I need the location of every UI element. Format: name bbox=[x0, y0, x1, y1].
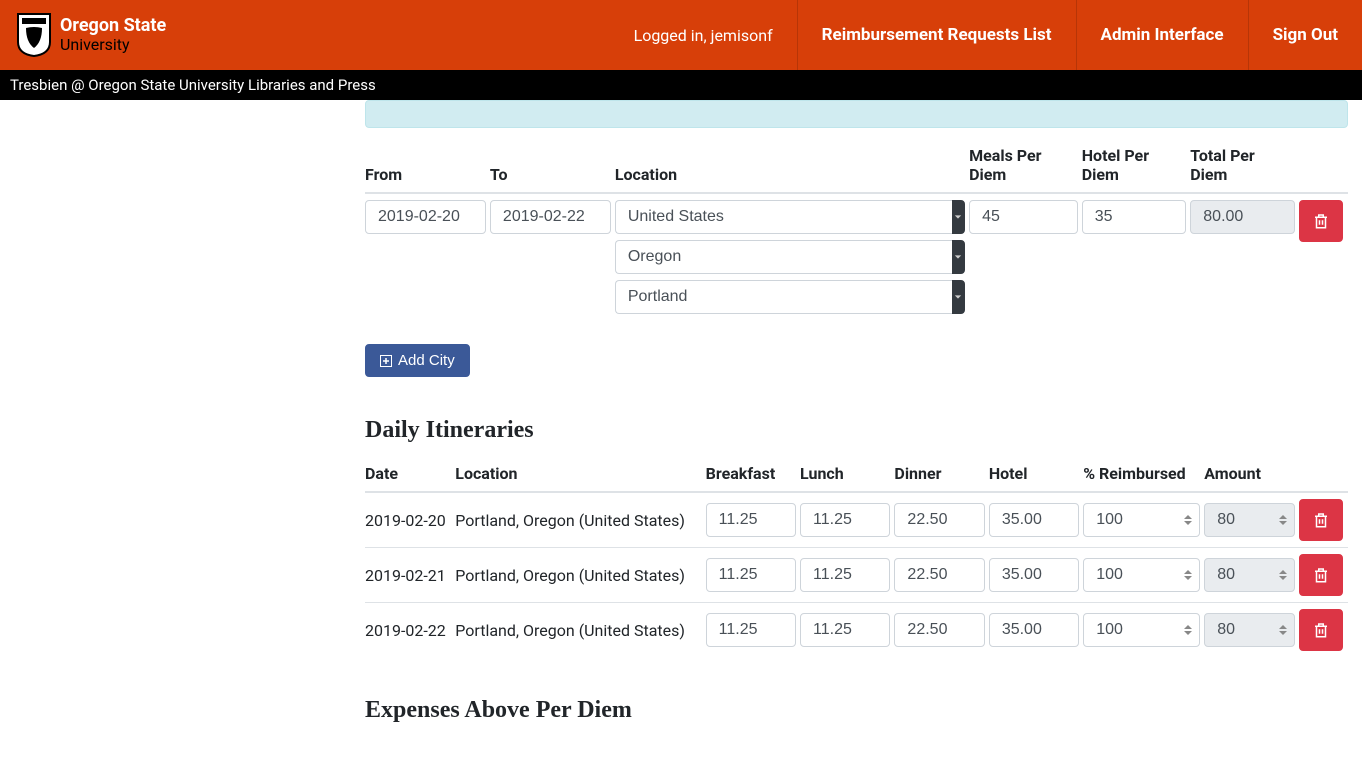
itinerary-table: Date Location Breakfast Lunch Dinner Hot… bbox=[365, 458, 1348, 657]
chevron-down-icon[interactable] bbox=[952, 280, 966, 314]
itinerary-row: 2019-02-22Portland, Oregon (United State… bbox=[365, 603, 1348, 658]
hotel-input[interactable] bbox=[989, 558, 1079, 592]
breakfast-input[interactable] bbox=[706, 613, 796, 647]
from-date-input[interactable] bbox=[365, 200, 486, 234]
itin-date: 2019-02-20 bbox=[365, 492, 455, 548]
lunch-input[interactable] bbox=[800, 558, 890, 592]
col-header-to: To bbox=[490, 142, 615, 193]
col-header-location: Location bbox=[615, 142, 969, 193]
col-header-breakfast: Breakfast bbox=[706, 458, 800, 492]
nav-sign-out[interactable]: Sign Out bbox=[1248, 0, 1362, 70]
amount-output bbox=[1204, 558, 1294, 592]
nav-reimbursement-requests[interactable]: Reimbursement Requests List bbox=[797, 0, 1076, 70]
amount-output bbox=[1204, 613, 1294, 647]
col-header-meals: Meals Per Diem bbox=[969, 142, 1082, 193]
dinner-input[interactable] bbox=[894, 558, 984, 592]
city-table: From To Location Meals Per Diem Hotel Pe… bbox=[365, 142, 1348, 320]
lunch-input[interactable] bbox=[800, 613, 890, 647]
itin-location: Portland, Oregon (United States) bbox=[455, 548, 705, 603]
trash-icon bbox=[1312, 565, 1330, 585]
itinerary-row: 2019-02-21Portland, Oregon (United State… bbox=[365, 548, 1348, 603]
itin-date: 2019-02-22 bbox=[365, 603, 455, 658]
col-header-total: Total Per Diem bbox=[1190, 142, 1299, 193]
col-header-location: Location bbox=[455, 458, 705, 492]
col-header-date: Date bbox=[365, 458, 455, 492]
breakfast-input[interactable] bbox=[706, 503, 796, 537]
logged-in-text: Logged in, jemisonf bbox=[610, 26, 797, 45]
to-date-input[interactable] bbox=[490, 200, 611, 234]
trash-icon bbox=[1312, 620, 1330, 640]
daily-itineraries-heading: Daily Itineraries bbox=[365, 417, 1348, 444]
amount-output bbox=[1204, 503, 1294, 537]
col-header-pct: % Reimbursed bbox=[1083, 458, 1204, 492]
delete-city-button[interactable] bbox=[1299, 200, 1343, 242]
add-city-button[interactable]: Add City bbox=[365, 344, 470, 377]
breadcrumb-text: Tresbien @ Oregon State University Libra… bbox=[10, 76, 376, 94]
top-header: Oregon State University Logged in, jemis… bbox=[0, 0, 1362, 70]
city-select[interactable] bbox=[615, 280, 952, 314]
lunch-input[interactable] bbox=[800, 503, 890, 537]
expenses-heading: Expenses Above Per Diem bbox=[365, 697, 1348, 724]
itin-location: Portland, Oregon (United States) bbox=[455, 603, 705, 658]
pct-reimbursed-input[interactable] bbox=[1083, 558, 1200, 592]
trash-icon bbox=[1312, 211, 1330, 231]
plus-square-icon bbox=[380, 355, 392, 367]
delete-itinerary-button[interactable] bbox=[1299, 554, 1343, 596]
col-header-dinner: Dinner bbox=[894, 458, 988, 492]
col-header-from: From bbox=[365, 142, 490, 193]
country-select[interactable] bbox=[615, 200, 952, 234]
shield-icon bbox=[16, 12, 52, 58]
total-per-diem-output bbox=[1190, 200, 1295, 234]
meals-per-diem-input[interactable] bbox=[969, 200, 1078, 234]
org-name-line2: University bbox=[60, 36, 166, 54]
chevron-down-icon[interactable] bbox=[952, 240, 966, 274]
col-header-hotel: Hotel bbox=[989, 458, 1083, 492]
breadcrumb-bar: Tresbien @ Oregon State University Libra… bbox=[0, 70, 1362, 100]
trash-icon bbox=[1312, 510, 1330, 530]
dinner-input[interactable] bbox=[894, 503, 984, 537]
chevron-down-icon[interactable] bbox=[952, 200, 966, 234]
hotel-input[interactable] bbox=[989, 503, 1079, 537]
org-name: Oregon State University bbox=[60, 16, 166, 53]
pct-reimbursed-input[interactable] bbox=[1083, 503, 1200, 537]
col-header-hotel: Hotel Per Diem bbox=[1082, 142, 1191, 193]
delete-itinerary-button[interactable] bbox=[1299, 499, 1343, 541]
itin-date: 2019-02-21 bbox=[365, 548, 455, 603]
itin-location: Portland, Oregon (United States) bbox=[455, 492, 705, 548]
itinerary-row: 2019-02-20Portland, Oregon (United State… bbox=[365, 492, 1348, 548]
nav-admin-interface[interactable]: Admin Interface bbox=[1076, 0, 1248, 70]
col-header-amount: Amount bbox=[1204, 458, 1298, 492]
delete-itinerary-button[interactable] bbox=[1299, 609, 1343, 651]
breakfast-input[interactable] bbox=[706, 558, 796, 592]
dinner-input[interactable] bbox=[894, 613, 984, 647]
col-header-lunch: Lunch bbox=[800, 458, 894, 492]
pct-reimbursed-input[interactable] bbox=[1083, 613, 1200, 647]
info-banner bbox=[365, 100, 1348, 128]
state-select[interactable] bbox=[615, 240, 952, 274]
hotel-input[interactable] bbox=[989, 613, 1079, 647]
org-logo[interactable]: Oregon State University bbox=[0, 12, 182, 58]
add-city-label: Add City bbox=[398, 352, 455, 369]
city-row bbox=[365, 193, 1348, 320]
hotel-per-diem-input[interactable] bbox=[1082, 200, 1187, 234]
org-name-line1: Oregon State bbox=[60, 16, 166, 36]
